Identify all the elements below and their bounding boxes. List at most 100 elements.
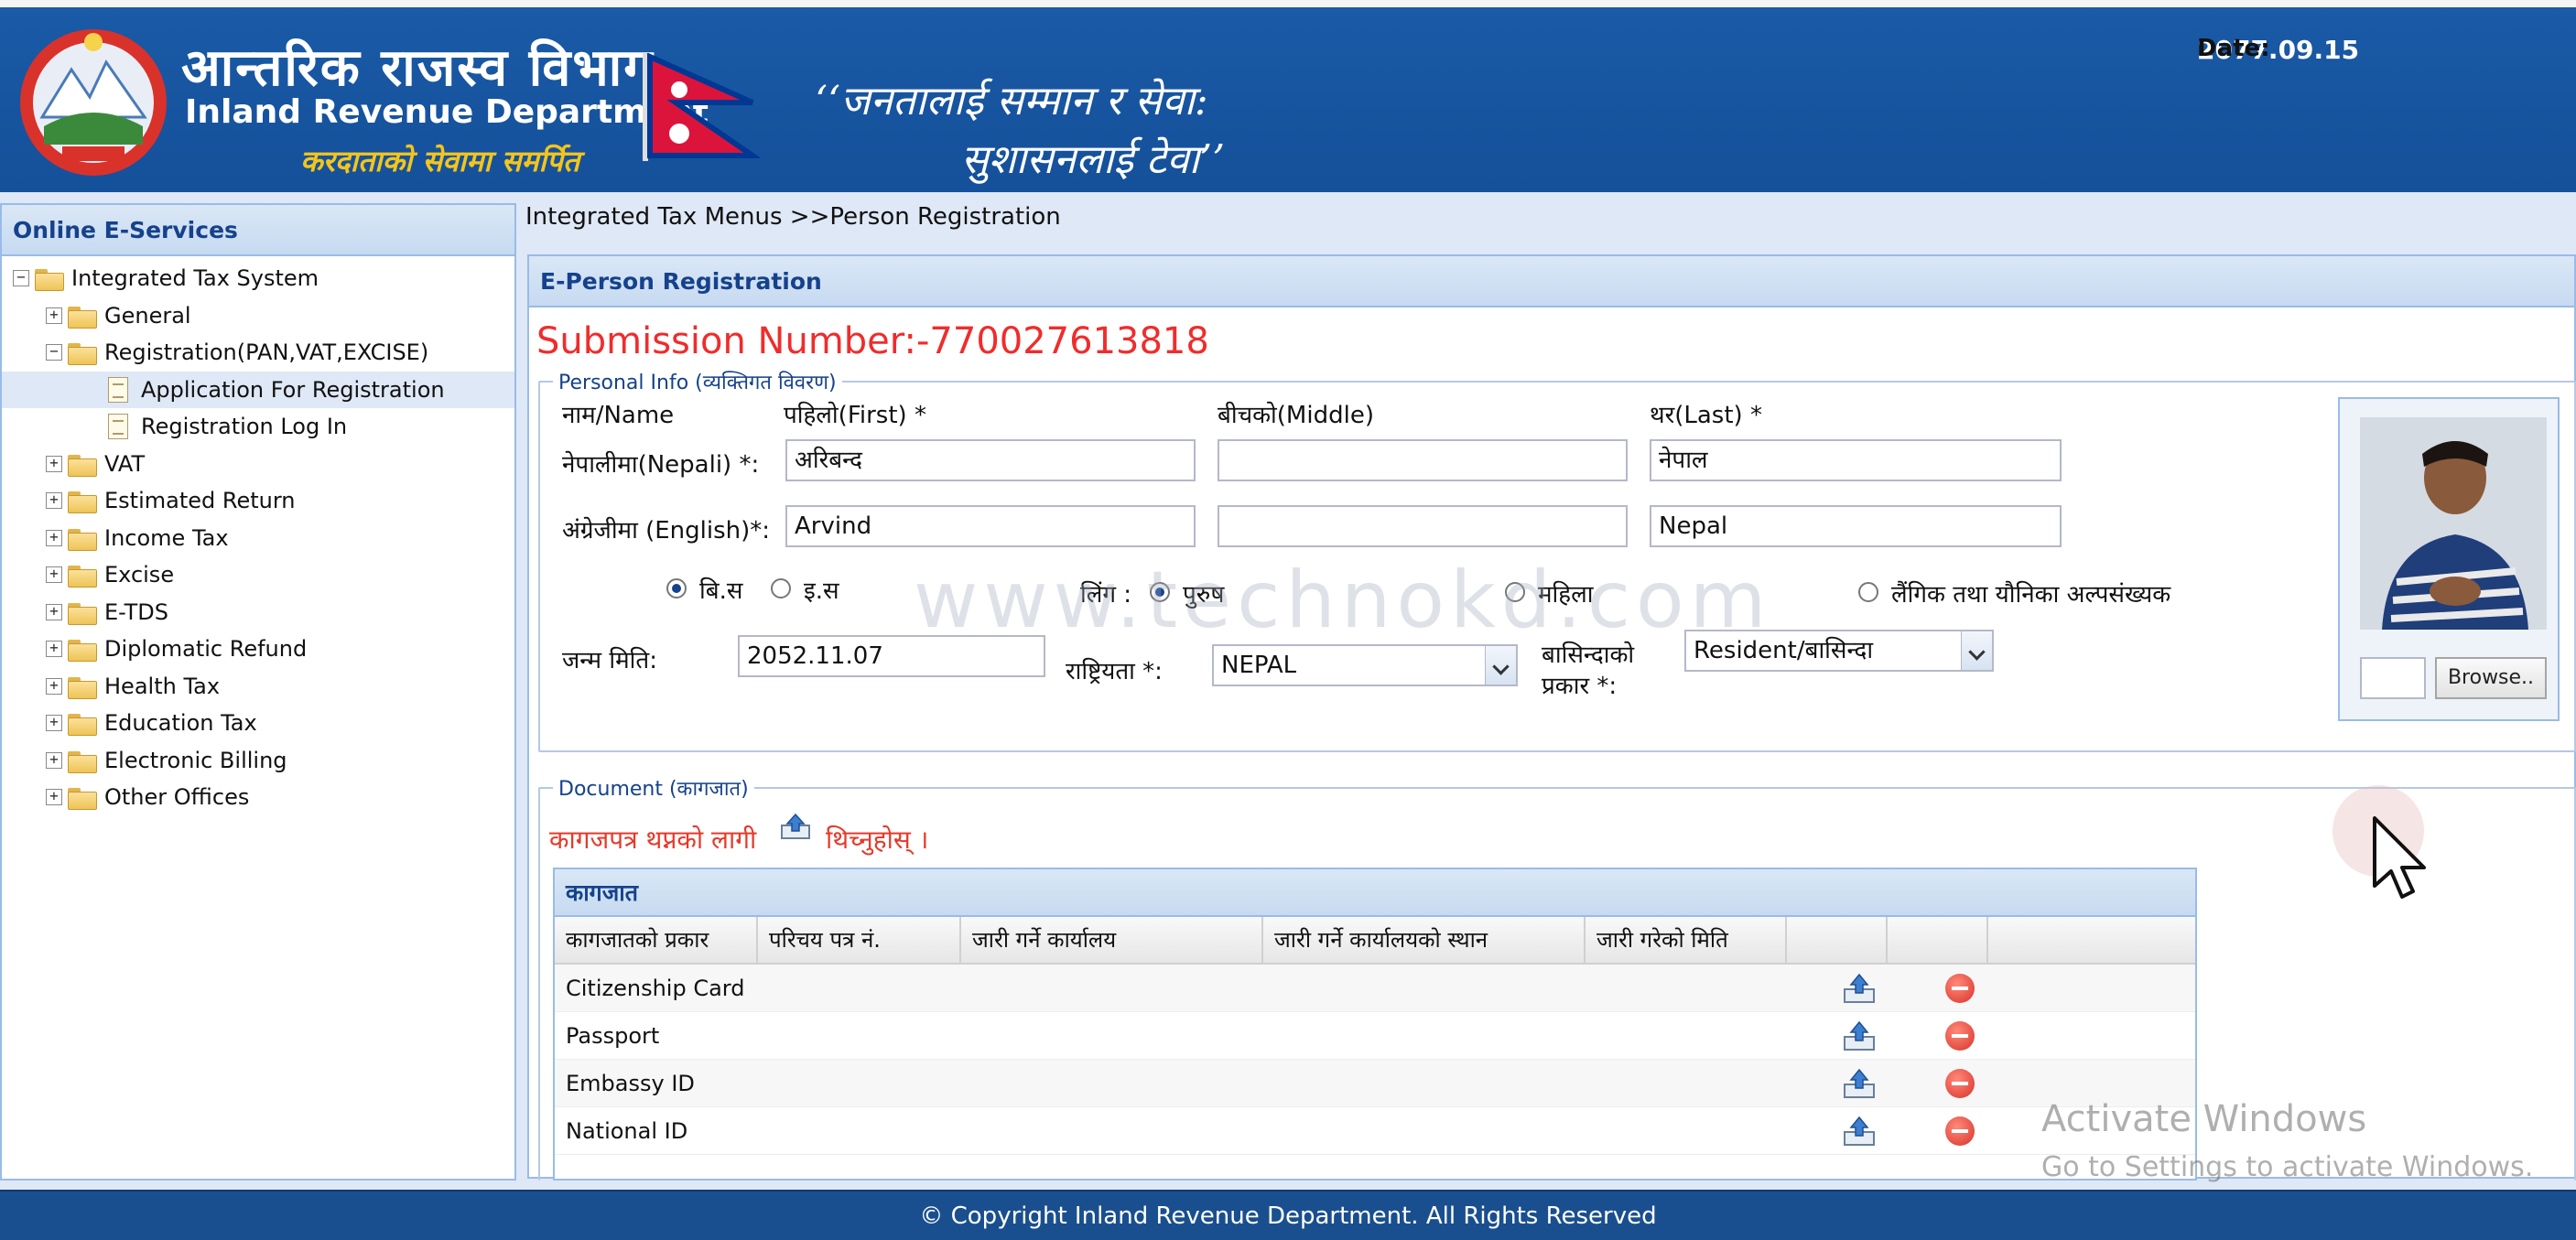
document-type-cell: Passport bbox=[566, 1022, 660, 1049]
mouse-pointer-icon bbox=[2373, 816, 2426, 899]
person-avatar-icon bbox=[2360, 417, 2547, 630]
dept-name-english: Inland Revenue Department bbox=[185, 93, 709, 131]
ad-date-radio[interactable] bbox=[771, 578, 791, 598]
slogan-line-2: सुशासनलाई टेवा’’ bbox=[961, 136, 1226, 183]
expand-icon[interactable]: + bbox=[46, 529, 62, 546]
click-here-link[interactable]: थिच्नुहोस् । bbox=[826, 822, 928, 857]
delete-icon[interactable] bbox=[1945, 1068, 1975, 1098]
browse-button[interactable]: Browse.. bbox=[2435, 657, 2547, 699]
tree-item-e-tds[interactable]: + E-TDS bbox=[2, 594, 514, 631]
table-row[interactable]: National ID bbox=[555, 1107, 2195, 1155]
expand-icon[interactable]: + bbox=[46, 789, 62, 806]
nepal-flag-icon bbox=[643, 53, 762, 161]
applicant-photo bbox=[2360, 417, 2547, 630]
tree-item-diplomatic-refund[interactable]: + Diplomatic Refund bbox=[2, 631, 514, 668]
expand-icon[interactable]: + bbox=[46, 751, 62, 769]
expand-icon[interactable]: + bbox=[46, 603, 62, 620]
resident-type-label-2: प्रकार *: bbox=[1542, 673, 1618, 700]
delete-icon[interactable] bbox=[1945, 973, 1975, 1003]
table-row[interactable]: Embassy ID bbox=[555, 1060, 2195, 1107]
nepal-emblem-icon bbox=[20, 29, 167, 176]
tree-item-registration-log-in[interactable]: Registration Log In bbox=[2, 408, 514, 446]
gender-other-radio[interactable] bbox=[1858, 582, 1878, 602]
dept-name-nepali: आन्तरिक राजस्व विभाग bbox=[181, 38, 655, 98]
tree-root-integrated-tax-system[interactable]: − Integrated Tax System bbox=[2, 260, 514, 297]
date-label: Date: bbox=[2197, 35, 2270, 62]
tree-item-vat[interactable]: + VAT bbox=[2, 446, 514, 483]
folder-icon bbox=[68, 675, 97, 699]
documents-grid-body: Citizenship Card Passport Embassy ID Nat… bbox=[555, 965, 2195, 1155]
personal-info-legend: Personal Info (व्यक्तिगत विवरण) bbox=[558, 372, 837, 394]
upload-icon[interactable] bbox=[780, 813, 811, 840]
upload-icon[interactable] bbox=[1843, 1020, 1876, 1051]
tree-item-estimated-return[interactable]: + Estimated Return bbox=[2, 482, 514, 520]
last-name-nepali-input[interactable]: नेपाल bbox=[1650, 439, 2062, 481]
nationality-label: राष्ट्रियता *: bbox=[1066, 658, 1163, 685]
folder-icon bbox=[68, 453, 97, 477]
delete-icon[interactable] bbox=[1945, 1116, 1975, 1146]
col-document-type[interactable]: कागजातको प्रकार bbox=[555, 917, 758, 963]
upload-icon[interactable] bbox=[1843, 1068, 1876, 1099]
activate-windows-subtitle: Go to Settings to activate Windows. bbox=[2041, 1151, 2534, 1183]
last-name-english-input[interactable]: Nepal bbox=[1650, 505, 2062, 547]
chevron-down-icon[interactable] bbox=[1485, 646, 1516, 685]
upload-icon[interactable] bbox=[1843, 973, 1876, 1004]
first-name-english-input[interactable]: Arvind bbox=[785, 505, 1196, 547]
tree-item-income-tax[interactable]: + Income Tax bbox=[2, 520, 514, 557]
service-tree: − Integrated Tax System + General − Regi… bbox=[2, 256, 514, 816]
sidebar-title: Online E-Services bbox=[2, 205, 514, 256]
nationality-select[interactable]: NEPAL bbox=[1212, 644, 1518, 686]
folder-icon bbox=[68, 305, 97, 329]
col-issue-date[interactable]: जारी गरेको मिति bbox=[1586, 917, 1787, 963]
document-type-cell: Citizenship Card bbox=[566, 975, 745, 1001]
folder-icon bbox=[68, 527, 97, 551]
site-watermark: www.technokd.com bbox=[914, 555, 1772, 646]
delete-icon[interactable] bbox=[1945, 1020, 1975, 1051]
chevron-down-icon[interactable] bbox=[1961, 631, 1992, 670]
first-name-label: पहिलो(First) * bbox=[784, 402, 926, 429]
photo-file-input[interactable] bbox=[2360, 657, 2426, 699]
folder-icon bbox=[68, 601, 97, 625]
tree-item-registration[interactable]: − Registration(PAN,VAT,EXCISE) bbox=[2, 334, 514, 372]
middle-name-label: बीचको(Middle) bbox=[1218, 402, 1374, 429]
tree-item-application-for-registration[interactable]: Application For Registration bbox=[2, 371, 514, 408]
tree-item-excise[interactable]: + Excise bbox=[2, 556, 514, 594]
document-icon bbox=[108, 414, 128, 440]
collapse-icon[interactable]: − bbox=[46, 344, 62, 361]
tree-item-electronic-billing[interactable]: + Electronic Billing bbox=[2, 742, 514, 780]
tree-item-general[interactable]: + General bbox=[2, 297, 514, 335]
middle-name-english-input[interactable] bbox=[1218, 505, 1628, 547]
gender-other-label: लैंगिक तथा यौनिका अल्पसंख्यक bbox=[1891, 581, 2171, 609]
middle-name-nepali-input[interactable] bbox=[1218, 439, 1628, 481]
upload-icon[interactable] bbox=[1843, 1116, 1876, 1147]
folder-icon bbox=[68, 786, 97, 811]
expand-icon[interactable]: + bbox=[46, 641, 62, 658]
col-id-number[interactable]: परिचय पत्र नं. bbox=[758, 917, 961, 963]
col-delete bbox=[1888, 917, 1988, 963]
sidebar-panel: Online E-Services − Integrated Tax Syste… bbox=[0, 203, 516, 1181]
documents-grid-header: कागजातको प्रकार परिचय पत्र नं. जारी गर्न… bbox=[555, 917, 2195, 965]
expand-icon[interactable]: + bbox=[46, 677, 62, 695]
folder-icon bbox=[68, 712, 97, 737]
tree-item-health-tax[interactable]: + Health Tax bbox=[2, 668, 514, 706]
expand-icon[interactable]: + bbox=[46, 307, 62, 324]
expand-icon[interactable]: + bbox=[46, 566, 62, 584]
tree-item-other-offices[interactable]: + Other Offices bbox=[2, 779, 514, 816]
expand-icon[interactable]: + bbox=[46, 455, 62, 472]
expand-icon[interactable]: + bbox=[46, 492, 62, 510]
document-icon bbox=[108, 376, 128, 403]
photo-upload-box: Browse.. bbox=[2338, 397, 2560, 721]
tree-item-education-tax[interactable]: + Education Tax bbox=[2, 705, 514, 742]
add-document-prompt: कागजपत्र थप्नको लागी bbox=[549, 825, 757, 855]
expand-icon[interactable]: + bbox=[46, 715, 62, 732]
bs-date-radio[interactable] bbox=[666, 578, 687, 598]
table-row[interactable]: Passport bbox=[555, 1012, 2195, 1060]
col-issuing-office-location[interactable]: जारी गर्ने कार्यालयको स्थान bbox=[1263, 917, 1586, 963]
col-issuing-office[interactable]: जारी गर्ने कार्यालय bbox=[961, 917, 1263, 963]
submission-number: Submission Number:-770027613818 bbox=[536, 320, 1209, 362]
documents-grid: कागजात कागजातको प्रकार परिचय पत्र नं. जा… bbox=[553, 868, 2197, 1181]
first-name-nepali-input[interactable]: अरिबन्द bbox=[785, 439, 1196, 481]
table-row[interactable]: Citizenship Card bbox=[555, 965, 2195, 1012]
collapse-icon[interactable]: − bbox=[13, 270, 29, 287]
bs-date-label: बि.स bbox=[699, 577, 743, 605]
